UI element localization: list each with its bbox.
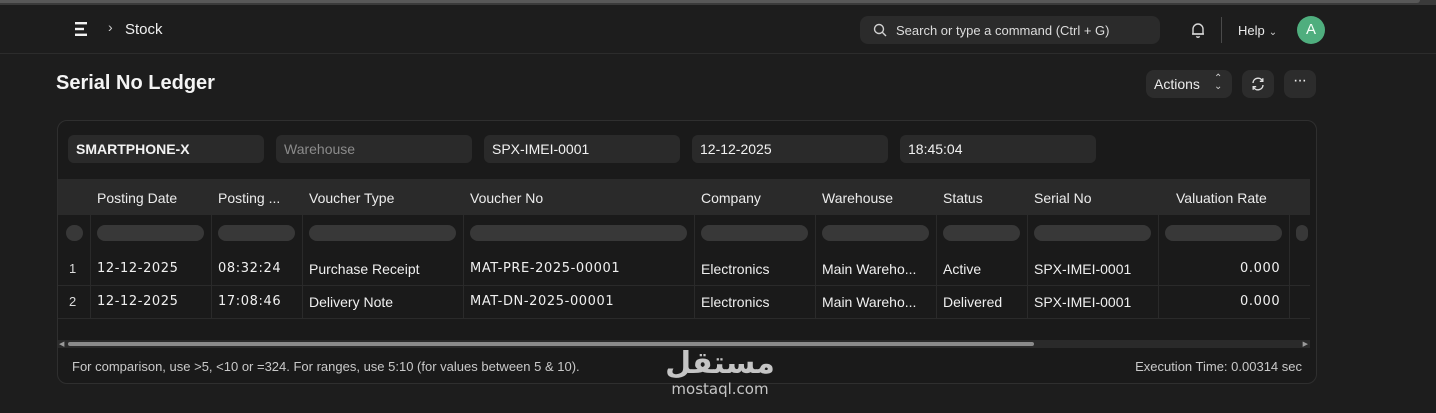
updown-chevron-icon: ⌃ ⌄ (1214, 73, 1223, 92)
cell-warehouse: Main Wareho... (822, 261, 917, 277)
cell-valuation-rate: 0.000 (1240, 294, 1281, 309)
column-divider (1158, 215, 1159, 319)
navbar: › Stock Help⌄ A (0, 5, 1436, 54)
actions-button[interactable]: Actions ⌃ ⌄ (1146, 70, 1232, 98)
column-divider (936, 215, 937, 319)
col-header-voucher-type[interactable]: Voucher Type (309, 190, 394, 206)
column-divider (1027, 215, 1028, 319)
column-divider (90, 215, 91, 319)
col-header-posting-time[interactable]: Posting ... (218, 190, 280, 206)
column-divider (1289, 215, 1290, 319)
cell-company: Electronics (701, 294, 770, 310)
col-header-status[interactable]: Status (943, 190, 983, 206)
scroll-right-arrow-icon[interactable]: ▶ (1303, 340, 1308, 348)
col-header-posting-date[interactable]: Posting Date (97, 190, 177, 206)
breadcrumb-stock[interactable]: Stock (125, 21, 163, 38)
cell-voucher-type: Delivery Note (309, 294, 394, 310)
watermark-arabic: مستقل (665, 346, 775, 381)
cell-voucher-no[interactable]: MAT-DN-2025-00001 (470, 294, 614, 309)
col-header-company[interactable]: Company (701, 190, 761, 206)
posting-time-filter-value: 18:45:04 (908, 141, 963, 157)
column-filter-valuation-rate[interactable] (1165, 225, 1282, 241)
more-dots-icon: ··· (1293, 72, 1307, 89)
column-divider (815, 215, 816, 319)
column-filter-posting-date[interactable] (97, 225, 204, 241)
search-bar[interactable] (860, 16, 1160, 44)
column-divider (211, 215, 212, 319)
column-filter-row (58, 215, 1310, 249)
chevron-down-icon: ⌄ (1268, 27, 1278, 38)
mostaql-watermark: مستقل mostaql.com (650, 348, 790, 408)
column-divider (302, 215, 303, 319)
navbar-divider (1221, 17, 1222, 43)
help-label: Help (1238, 23, 1265, 38)
column-filter-company[interactable] (701, 225, 808, 241)
cell-voucher-type: Purchase Receipt (309, 261, 420, 277)
column-filter-posting-time[interactable] (218, 225, 295, 241)
item-filter-value: SMARTPHONE-X (76, 141, 190, 157)
column-filter-rownum[interactable] (66, 225, 83, 241)
cell-valuation-rate: 0.000 (1240, 261, 1281, 276)
column-filter-voucher-no[interactable] (470, 225, 687, 241)
column-filter-serial-no[interactable] (1034, 225, 1151, 241)
item-filter[interactable]: SMARTPHONE-X (68, 135, 264, 163)
column-divider (463, 215, 464, 319)
filter-help-text: For comparison, use >5, <10 or =324. For… (72, 359, 580, 374)
cell-warehouse: Main Wareho... (822, 294, 917, 310)
cell-status: Active (943, 261, 982, 277)
user-avatar[interactable]: A (1297, 16, 1325, 44)
help-dropdown[interactable]: Help ⌄ (1238, 23, 1277, 38)
column-filter-status[interactable] (943, 225, 1020, 241)
col-header-voucher-no[interactable]: Voucher No (470, 190, 543, 206)
scroll-left-arrow-icon[interactable]: ◀ (59, 340, 64, 348)
scrollbar-thumb[interactable] (68, 342, 1034, 346)
warehouse-filter[interactable]: Warehouse (276, 135, 472, 163)
posting-time-filter[interactable]: 18:45:04 (900, 135, 1096, 163)
posting-date-filter-value: 12-12-2025 (700, 141, 772, 157)
col-header-serial-no[interactable]: Serial No (1034, 190, 1092, 206)
search-input[interactable] (896, 16, 1151, 44)
page-title: Serial No Ledger (56, 72, 215, 94)
cell-serial-no: SPX-IMEI-0001 (1034, 261, 1132, 277)
cell-posting-date: 12-12-2025 (97, 261, 179, 276)
col-header-valuation-rate[interactable]: Valuation Rate (1176, 190, 1267, 206)
refresh-button[interactable] (1242, 70, 1274, 98)
cell-serial-no: SPX-IMEI-0001 (1034, 294, 1132, 310)
cell-status: Delivered (943, 294, 1003, 310)
table-header: Posting Date Posting ... Voucher Type Vo… (58, 179, 1310, 215)
cell-posting-time: 17:08:46 (218, 294, 282, 309)
execution-time: Execution Time: 0.00314 sec (1135, 359, 1302, 374)
warehouse-filter-placeholder: Warehouse (284, 141, 356, 157)
posting-date-filter[interactable]: 12-12-2025 (692, 135, 888, 163)
serial-no-filter[interactable]: SPX-IMEI-0001 (484, 135, 680, 163)
cell-posting-date: 12-12-2025 (97, 294, 179, 309)
column-filter-voucher-type[interactable] (309, 225, 456, 241)
notification-bell-icon[interactable] (1189, 21, 1207, 39)
cell-company: Electronics (701, 261, 770, 277)
cell-voucher-no[interactable]: MAT-PRE-2025-00001 (470, 261, 620, 276)
actions-label: Actions (1154, 76, 1200, 92)
app-logo-icon[interactable] (74, 21, 88, 37)
breadcrumb-chevron-icon: › (108, 19, 113, 35)
report-card: SMARTPHONE-X Warehouse SPX-IMEI-0001 12-… (57, 120, 1317, 384)
row-number: 2 (69, 294, 77, 309)
table-row[interactable]: 2 12-12-2025 17:08:46 Delivery Note MAT-… (58, 285, 1310, 319)
column-filter-warehouse[interactable] (822, 225, 929, 241)
cell-posting-time: 08:32:24 (218, 261, 282, 276)
col-header-warehouse[interactable]: Warehouse (822, 190, 893, 206)
column-divider (694, 215, 695, 319)
window-top-edge (0, 0, 1420, 3)
column-filter-extra[interactable] (1296, 225, 1308, 241)
search-icon (873, 23, 887, 37)
row-number: 1 (69, 261, 77, 276)
refresh-icon (1252, 77, 1264, 91)
watermark-latin: mostaql.com (671, 380, 769, 398)
more-options-button[interactable]: ··· (1284, 70, 1316, 98)
serial-no-filter-value: SPX-IMEI-0001 (492, 141, 590, 157)
table-row[interactable]: 1 12-12-2025 08:32:24 Purchase Receipt M… (58, 252, 1310, 286)
